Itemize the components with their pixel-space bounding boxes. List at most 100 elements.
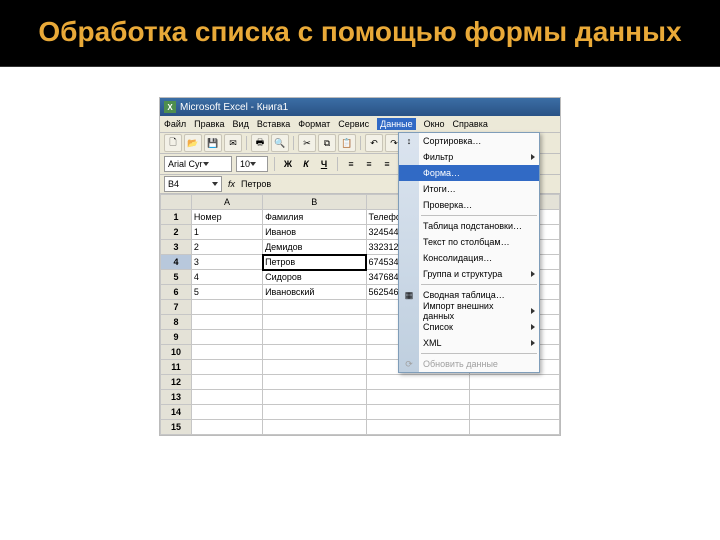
menu-consolidation[interactable]: Консолидация… (399, 250, 539, 266)
align-center-icon[interactable]: ≡ (362, 157, 376, 171)
cell[interactable] (263, 360, 366, 375)
menu-validation[interactable]: Проверка… (399, 197, 539, 213)
menu-sort[interactable]: ↕ Сортировка… (399, 133, 539, 149)
menu-filter[interactable]: Фильтр (399, 149, 539, 165)
row-header[interactable]: 12 (161, 375, 192, 390)
underline-button[interactable]: Ч (317, 157, 331, 171)
font-size-dropdown[interactable]: 10 (236, 156, 268, 172)
menu-insert[interactable]: Вставка (257, 119, 290, 129)
data-menu[interactable]: ↕ Сортировка… Фильтр Форма… Итоги… Прове… (398, 132, 540, 373)
new-icon[interactable]: 🗋 (164, 134, 182, 152)
menu-data[interactable]: Данные (377, 118, 416, 130)
cell[interactable] (366, 405, 469, 420)
cell[interactable] (191, 375, 262, 390)
row-header[interactable]: 13 (161, 390, 192, 405)
active-cell[interactable]: Петров (263, 255, 366, 270)
cell[interactable] (191, 330, 262, 345)
copy-icon[interactable]: ⧉ (318, 134, 336, 152)
menu-list[interactable]: Список (399, 319, 539, 335)
cell[interactable] (263, 345, 366, 360)
cell[interactable] (263, 375, 366, 390)
menu-view[interactable]: Вид (233, 119, 249, 129)
row-header[interactable]: 11 (161, 360, 192, 375)
menu-file[interactable]: Файл (164, 119, 186, 129)
menu-edit[interactable]: Правка (194, 119, 224, 129)
menu-window[interactable]: Окно (424, 119, 445, 129)
menu-tools[interactable]: Сервис (338, 119, 369, 129)
row-header[interactable]: 7 (161, 300, 192, 315)
row-header[interactable]: 1 (161, 210, 192, 225)
cell[interactable]: Фамилия (263, 210, 366, 225)
cell[interactable] (263, 405, 366, 420)
cell[interactable] (263, 315, 366, 330)
cell[interactable]: 2 (191, 240, 262, 255)
undo-icon[interactable]: ↶ (365, 134, 383, 152)
name-box[interactable]: B4 (164, 176, 222, 192)
cell[interactable]: 3 (191, 255, 262, 270)
cell[interactable]: Иванов (263, 225, 366, 240)
cell[interactable] (263, 300, 366, 315)
cut-icon[interactable]: ✂ (298, 134, 316, 152)
menu-group[interactable]: Группа и структура (399, 266, 539, 282)
cell[interactable]: 5 (191, 285, 262, 300)
cell[interactable]: 1 (191, 225, 262, 240)
font-name-dropdown[interactable]: Arial Cyr (164, 156, 232, 172)
row-header[interactable]: 8 (161, 315, 192, 330)
row-header[interactable]: 15 (161, 420, 192, 435)
menu-textcols[interactable]: Текст по столбцам… (399, 234, 539, 250)
bold-button[interactable]: Ж (281, 157, 295, 171)
col-header-b[interactable]: B (263, 195, 366, 210)
menu-importext[interactable]: Импорт внешних данных (399, 303, 539, 319)
cell[interactable]: 4 (191, 270, 262, 285)
cell[interactable] (263, 420, 366, 435)
cell[interactable] (191, 360, 262, 375)
cell[interactable]: Демидов (263, 240, 366, 255)
select-all-corner[interactable] (161, 195, 192, 210)
align-right-icon[interactable]: ≡ (380, 157, 394, 171)
menubar[interactable]: Файл Правка Вид Вставка Формат Сервис Да… (160, 116, 560, 133)
menu-table[interactable]: Таблица подстановки… (399, 218, 539, 234)
formula-content[interactable]: Петров (241, 179, 271, 189)
italic-button[interactable]: К (299, 157, 313, 171)
menu-help[interactable]: Справка (453, 119, 488, 129)
cell[interactable] (366, 375, 469, 390)
menu-xml[interactable]: XML (399, 335, 539, 351)
menu-form[interactable]: Форма… (399, 165, 539, 181)
col-header-a[interactable]: A (191, 195, 262, 210)
cell[interactable] (191, 420, 262, 435)
row-header[interactable]: 6 (161, 285, 192, 300)
row-header[interactable]: 2 (161, 225, 192, 240)
row-header[interactable]: 14 (161, 405, 192, 420)
menu-totals[interactable]: Итоги… (399, 181, 539, 197)
cell[interactable] (191, 390, 262, 405)
save-icon[interactable]: 💾 (204, 134, 222, 152)
cell[interactable]: Ивановский (263, 285, 366, 300)
cell[interactable] (191, 300, 262, 315)
open-icon[interactable]: 📂 (184, 134, 202, 152)
preview-icon[interactable]: 🔍 (271, 134, 289, 152)
cell[interactable] (366, 420, 469, 435)
cell[interactable] (469, 375, 559, 390)
row-header[interactable]: 5 (161, 270, 192, 285)
cell[interactable] (469, 405, 559, 420)
mail-icon[interactable]: ✉ (224, 134, 242, 152)
row-header[interactable]: 10 (161, 345, 192, 360)
print-icon[interactable]: 🖶 (251, 134, 269, 152)
cell[interactable] (469, 390, 559, 405)
cell[interactable]: Сидоров (263, 270, 366, 285)
align-left-icon[interactable]: ≡ (344, 157, 358, 171)
fx-icon[interactable]: fx (228, 179, 235, 189)
row-header[interactable]: 4 (161, 255, 192, 270)
cell[interactable] (469, 420, 559, 435)
cell[interactable] (191, 405, 262, 420)
cell[interactable] (263, 390, 366, 405)
row-header[interactable]: 9 (161, 330, 192, 345)
cell[interactable] (191, 345, 262, 360)
paste-icon[interactable]: 📋 (338, 134, 356, 152)
row-header[interactable]: 3 (161, 240, 192, 255)
menu-format[interactable]: Формат (298, 119, 330, 129)
cell[interactable]: Номер (191, 210, 262, 225)
cell[interactable] (263, 330, 366, 345)
cell[interactable] (191, 315, 262, 330)
cell[interactable] (366, 390, 469, 405)
